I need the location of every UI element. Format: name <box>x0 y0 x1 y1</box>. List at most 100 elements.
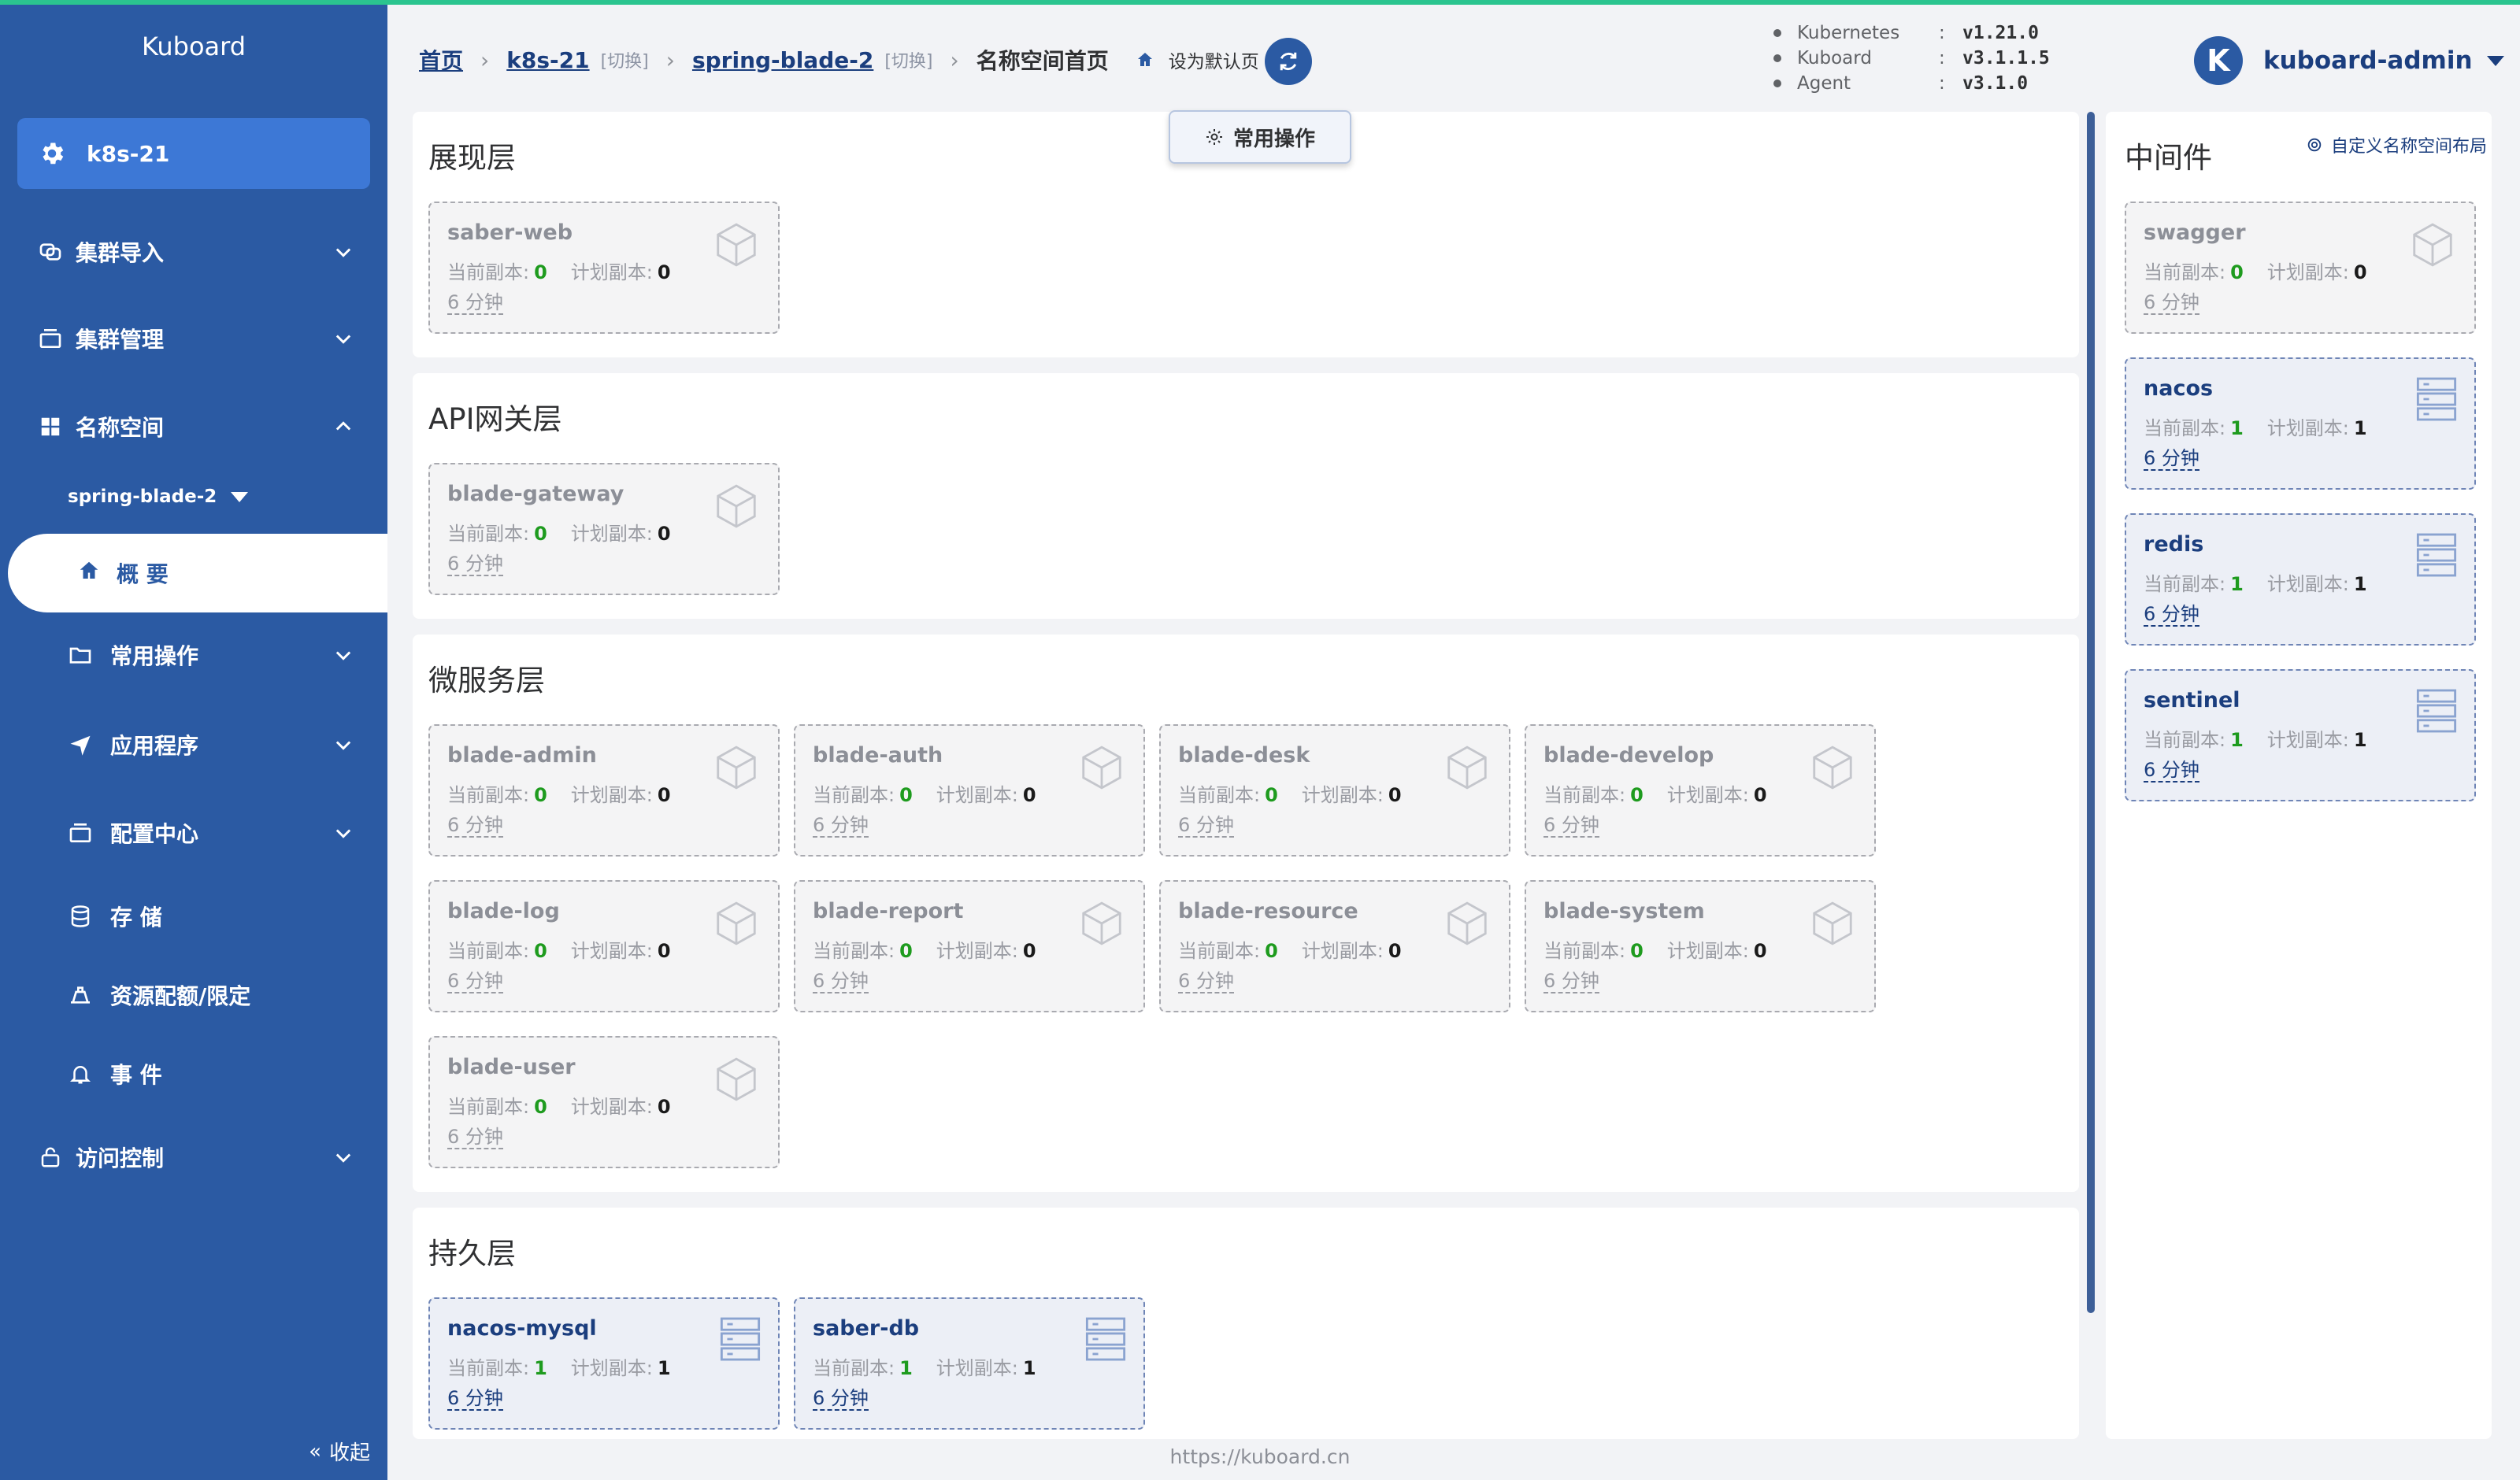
current-replicas-label: 当前副本: <box>447 261 530 283</box>
switch-namespace-link[interactable]: [切换] <box>884 47 932 72</box>
workload-name[interactable]: blade-auth <box>813 743 943 768</box>
workload-card[interactable]: blade-report 当前副本: 0 计划副本: 0 6 分钟 <box>794 880 1145 1012</box>
workload-name[interactable]: blade-log <box>447 899 560 923</box>
planned-replicas-label: 计划副本: <box>936 940 1018 962</box>
menu-label: 存 储 <box>110 905 162 931</box>
planned-replicas-label: 计划副本: <box>2266 729 2349 751</box>
planned-replicas-value: 0 <box>1022 784 1036 806</box>
scrollbar[interactable] <box>2087 112 2095 1313</box>
menu-quota[interactable]: 资源配额/限定 <box>0 964 387 1027</box>
menu-label: 名称空间 <box>76 415 165 441</box>
workload-name[interactable]: blade-user <box>447 1055 576 1079</box>
version-name: Kuboard <box>1797 48 1872 68</box>
menu-storage[interactable]: 存 储 <box>0 885 387 948</box>
customize-layout-link[interactable]: 自定义名称空间布局 <box>2306 132 2487 157</box>
version-value: v3.1.1.5 <box>1962 48 2050 68</box>
workload-card[interactable]: blade-resource 当前副本: 0 计划副本: 0 6 分钟 <box>1159 880 1510 1012</box>
workload-card[interactable]: saber-web 当前副本: 0 计划副本: 0 6 分钟 <box>428 202 780 334</box>
workload-card[interactable]: saber-db 当前副本: 1 计划副本: 1 6 分钟 <box>794 1297 1145 1430</box>
menu-label: 应用程序 <box>110 733 199 759</box>
section-persistence: 持久层 nacos-mysql 当前副本: 1 计划副本: 1 6 分钟 saber-db 当… <box>413 1208 2079 1439</box>
workload-card[interactable]: nacos-mysql 当前副本: 1 计划副本: 1 6 分钟 <box>428 1297 780 1430</box>
current-replicas-label: 当前副本: <box>447 1096 530 1118</box>
workload-card[interactable]: blade-auth 当前副本: 0 计划副本: 0 6 分钟 <box>794 724 1145 857</box>
workload-name[interactable]: blade-gateway <box>447 482 624 506</box>
workload-name[interactable]: sentinel <box>2144 688 2240 712</box>
common-ops-button[interactable]: 常用操作 <box>1169 110 1351 164</box>
sidebar: Kuboard k8s-21 集群导入 集群管理 名称空间 spring-bla… <box>0 0 387 1480</box>
current-replicas-value: 1 <box>2230 573 2244 595</box>
replica-info: 当前副本: 0 计划副本: 0 <box>447 779 671 807</box>
workload-name[interactable]: swagger <box>2144 220 2246 245</box>
workload-card[interactable]: blade-desk 当前副本: 0 计划副本: 0 6 分钟 <box>1159 724 1510 857</box>
menu-cluster-import[interactable]: 集群导入 <box>0 220 387 283</box>
menu-apps[interactable]: 应用程序 <box>0 713 387 776</box>
workload-name[interactable]: blade-report <box>813 899 963 923</box>
planned-replicas-label: 计划副本: <box>1301 784 1384 806</box>
workload-name[interactable]: nacos <box>2144 376 2213 401</box>
menu-access-control[interactable]: 访问控制 <box>0 1126 387 1189</box>
cube-icon <box>1808 899 1857 951</box>
workload-card[interactable]: blade-develop 当前副本: 0 计划副本: 0 6 分钟 <box>1525 724 1876 857</box>
workload-card[interactable]: sentinel 当前副本: 1 计划副本: 1 6 分钟 <box>2125 669 2476 801</box>
workload-name[interactable]: saber-web <box>447 220 573 245</box>
planned-replicas-value: 0 <box>2353 261 2367 283</box>
menu-common-ops[interactable]: 常用操作 <box>0 623 387 686</box>
footer-link[interactable]: https://kuboard.cn <box>0 1445 2520 1468</box>
refresh-button[interactable] <box>1265 38 1312 85</box>
workload-name[interactable]: blade-system <box>1544 899 1705 923</box>
workload-name[interactable]: blade-develop <box>1544 743 1714 768</box>
server-icon <box>65 817 96 849</box>
menu-namespace[interactable]: 名称空间 <box>0 395 387 458</box>
menu-cluster-manage[interactable]: 集群管理 <box>0 307 387 370</box>
workload-card[interactable]: redis 当前副本: 1 计划副本: 1 6 分钟 <box>2125 513 2476 646</box>
planned-replicas-label: 计划副本: <box>570 1096 653 1118</box>
workload-name[interactable]: blade-resource <box>1178 899 1358 923</box>
planned-replicas-value: 1 <box>657 1357 671 1379</box>
workload-card[interactable]: swagger 当前副本: 0 计划副本: 0 6 分钟 <box>2125 202 2476 334</box>
replica-info: 当前副本: 1 计划副本: 1 <box>447 1352 671 1380</box>
workload-name[interactable]: blade-desk <box>1178 743 1310 768</box>
set-default-button[interactable]: 设为默认页 <box>1136 46 1259 73</box>
workload-name[interactable]: redis <box>2144 532 2203 557</box>
breadcrumb-namespace[interactable]: spring-blade-2 <box>692 47 873 73</box>
gear-icon <box>1206 129 1222 145</box>
workload-card[interactable]: blade-log 当前副本: 0 计划副本: 0 6 分钟 <box>428 880 780 1012</box>
current-replicas-value: 1 <box>2230 729 2244 751</box>
gear-icon <box>2307 138 2322 152</box>
breadcrumb-current: 名称空间首页 <box>976 48 1109 74</box>
workload-name[interactable]: blade-admin <box>447 743 597 768</box>
workload-card[interactable]: nacos 当前副本: 1 计划副本: 1 6 分钟 <box>2125 357 2476 490</box>
current-replicas-label: 当前副本: <box>2144 573 2226 595</box>
workload-card[interactable]: blade-user 当前副本: 0 计划副本: 0 6 分钟 <box>428 1036 780 1168</box>
current-replicas-label: 当前副本: <box>1178 940 1261 962</box>
chevron-down-icon <box>335 651 351 660</box>
cube-icon <box>712 1055 761 1107</box>
age-label: 6 分钟 <box>1178 970 1234 993</box>
workload-name[interactable]: saber-db <box>813 1316 919 1341</box>
menu-events[interactable]: 事 件 <box>0 1042 387 1105</box>
bell-icon <box>65 1058 96 1090</box>
breadcrumb-cluster[interactable]: k8s-21 <box>506 47 589 73</box>
chevron-down-icon <box>335 248 351 257</box>
current-replicas-label: 当前副本: <box>2144 417 2226 439</box>
age-label: 6 分钟 <box>447 814 503 838</box>
workload-card[interactable]: blade-system 当前副本: 0 计划副本: 0 6 分钟 <box>1525 880 1876 1012</box>
namespace-select[interactable]: spring-blade-2 <box>68 487 249 507</box>
user-menu[interactable]: K kuboard-admin <box>2194 36 2504 85</box>
replica-info: 当前副本: 0 计划副本: 0 <box>1544 935 1767 963</box>
menu-label: 事 件 <box>110 1062 162 1088</box>
switch-cluster-link[interactable]: [切换] <box>601 47 649 72</box>
replica-info: 当前副本: 0 计划副本: 0 <box>813 779 1036 807</box>
cluster-selector[interactable]: k8s-21 <box>17 118 370 189</box>
age-label: 6 分钟 <box>447 1126 503 1149</box>
current-replicas-value: 0 <box>899 784 913 806</box>
menu-config-center[interactable]: 配置中心 <box>0 801 387 864</box>
age-label: 6 分钟 <box>447 1387 503 1411</box>
breadcrumb-home[interactable]: 首页 <box>419 44 463 76</box>
menu-overview[interactable]: 概 要 <box>8 534 387 612</box>
workload-card[interactable]: blade-gateway 当前副本: 0 计划副本: 0 6 分钟 <box>428 463 780 595</box>
workload-card[interactable]: blade-admin 当前副本: 0 计划副本: 0 6 分钟 <box>428 724 780 857</box>
version-name: Agent <box>1797 73 1851 94</box>
workload-name[interactable]: nacos-mysql <box>447 1316 597 1341</box>
